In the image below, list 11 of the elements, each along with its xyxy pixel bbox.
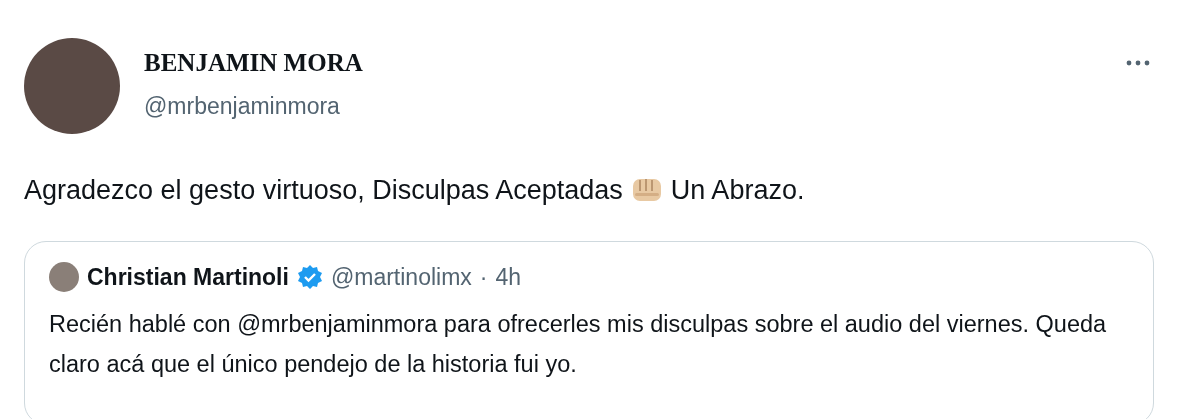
- author-name[interactable]: Christian Martinoli: [87, 259, 289, 294]
- author-name[interactable]: BENJAMIN MORA: [144, 50, 1126, 75]
- timestamp[interactable]: 4h: [495, 259, 522, 294]
- author-handle[interactable]: @martinolimx: [330, 259, 472, 294]
- quoted-tweet-text: Recién hablé con @mrbenjaminmora para ofrecerles mis disculpas sobre el audio del viernes. Queda claro acá que el único pendejo de la historia fui yo.: [49, 310, 1108, 379]
- author-handle[interactable]: @mrbenjaminmora: [144, 89, 1126, 124]
- tweet-text: Agradezco el gesto virtuoso, Disculpas Aceptadas: [24, 174, 623, 207]
- avatar[interactable]: [49, 261, 79, 292]
- more-icon[interactable]: [1126, 60, 1150, 66]
- tweet-text: Un Abrazo.: [670, 174, 805, 207]
- separator: ·: [479, 262, 488, 292]
